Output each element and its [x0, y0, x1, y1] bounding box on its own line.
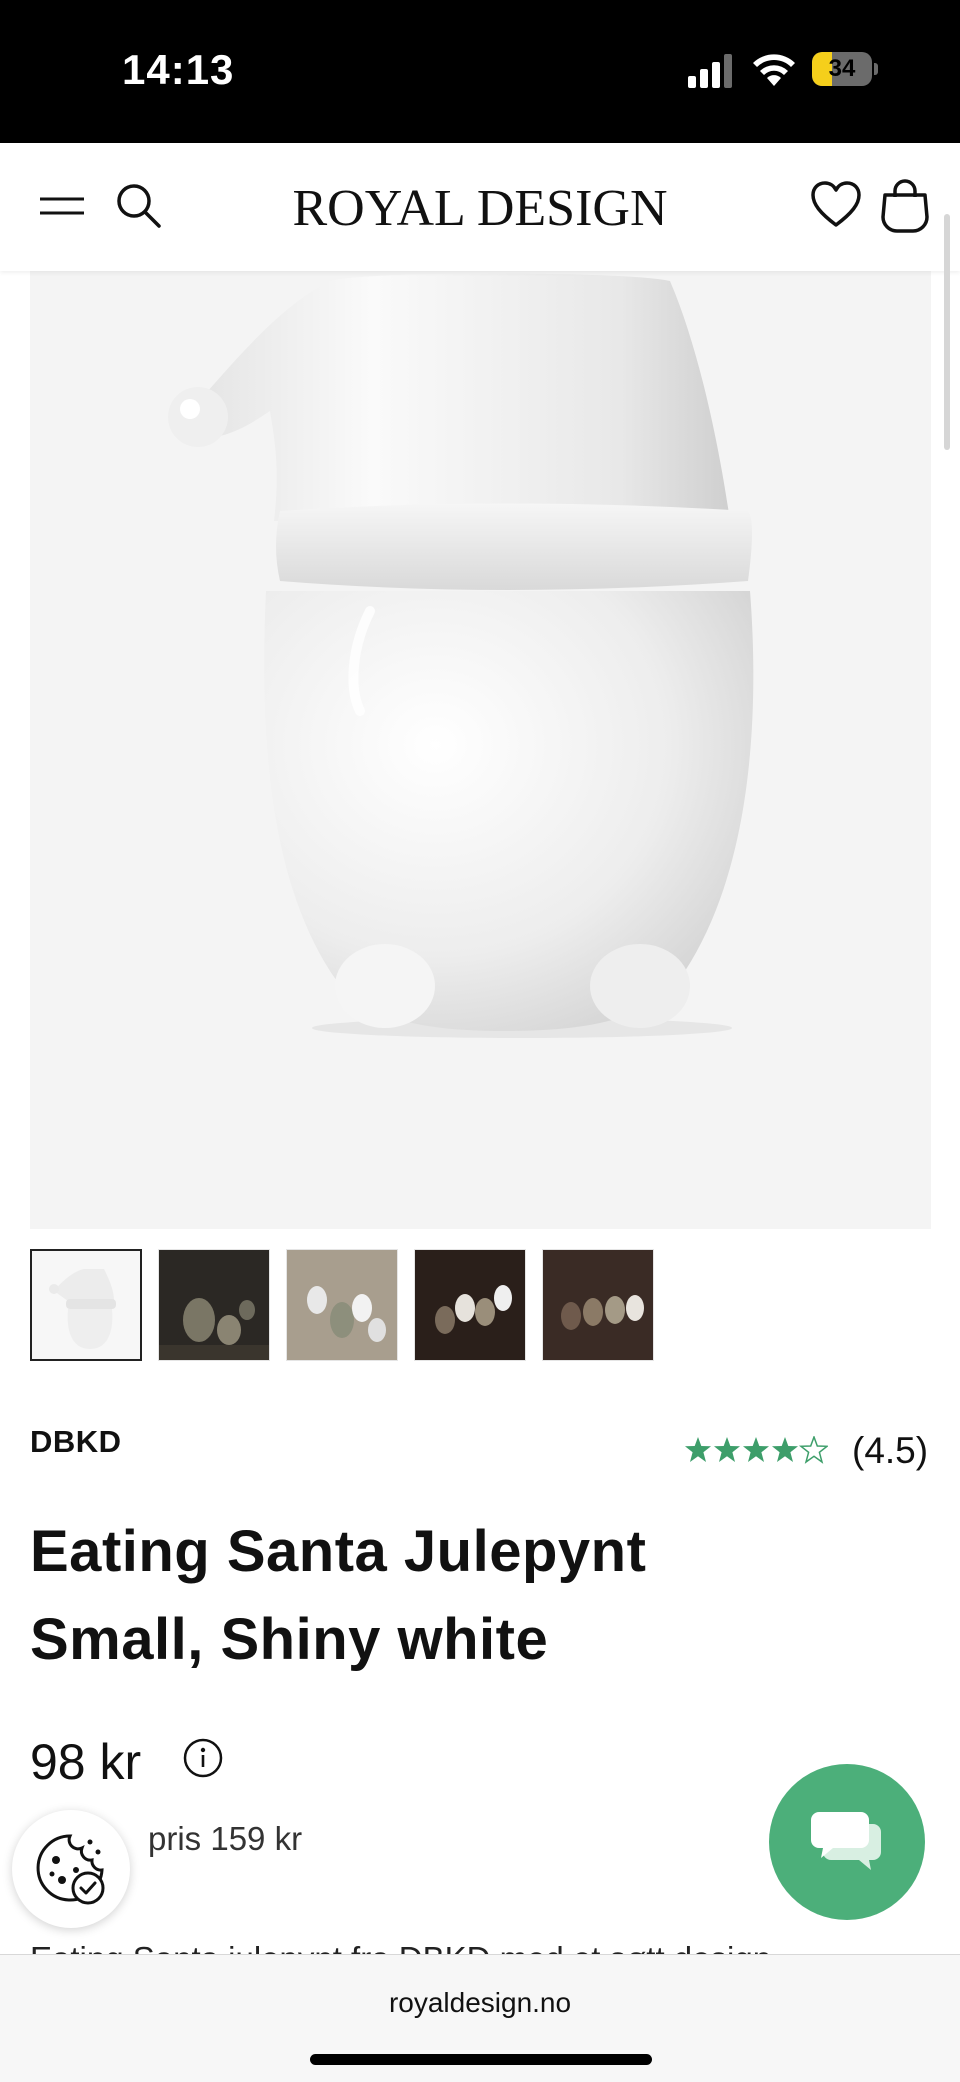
thumbnail-2[interactable]	[158, 1249, 270, 1361]
home-indicator[interactable]	[310, 2054, 652, 2065]
rating-stars-icon	[685, 1436, 828, 1463]
search-icon[interactable]	[114, 181, 162, 229]
thumbnail-3[interactable]	[286, 1249, 398, 1361]
info-icon[interactable]	[182, 1737, 224, 1779]
battery-level: 34	[828, 55, 856, 82]
product-price: 98 kr	[30, 1734, 142, 1790]
thumbnail-1[interactable]	[30, 1249, 142, 1361]
product-title: Eating Santa Julepynt Small, Shiny white	[30, 1508, 730, 1684]
product-title-line-2: Small, Shiny white	[30, 1607, 549, 1672]
thumbnail-5[interactable]	[542, 1249, 654, 1361]
rating-value: (4.5)	[852, 1430, 929, 1471]
chat-bubbles-icon	[811, 1812, 881, 1870]
cookie-settings-button[interactable]	[12, 1810, 130, 1928]
hamburger-menu-icon[interactable]	[38, 185, 86, 229]
site-logo[interactable]: ROYAL DESIGN	[260, 179, 700, 238]
santa-figurine-illustration	[168, 273, 754, 1038]
cellular-signal-icon	[688, 54, 732, 88]
previous-price: pris 159 kr	[148, 1820, 303, 1857]
product-main-image[interactable]	[30, 271, 931, 1229]
site-header: ROYAL DESIGN	[0, 143, 960, 271]
thumbnail-4[interactable]	[414, 1249, 526, 1361]
page-scrollbar[interactable]	[944, 214, 950, 450]
wifi-icon	[753, 54, 795, 86]
browser-url[interactable]: royaldesign.no	[0, 1987, 960, 2019]
chat-button[interactable]	[769, 1764, 925, 1920]
status-bar: 14:13 34	[0, 0, 960, 143]
shopping-bag-icon[interactable]	[880, 177, 930, 233]
product-brand[interactable]: DBKD	[30, 1424, 122, 1460]
heart-icon[interactable]	[810, 179, 862, 231]
product-title-line-1: Eating Santa Julepynt	[30, 1519, 647, 1584]
cookie-icon	[36, 1834, 105, 1905]
battery-icon: 34	[812, 52, 878, 88]
status-time: 14:13	[122, 46, 235, 93]
product-description: Eating Santa julepynt fra DBKD med et sø…	[30, 1932, 930, 1956]
